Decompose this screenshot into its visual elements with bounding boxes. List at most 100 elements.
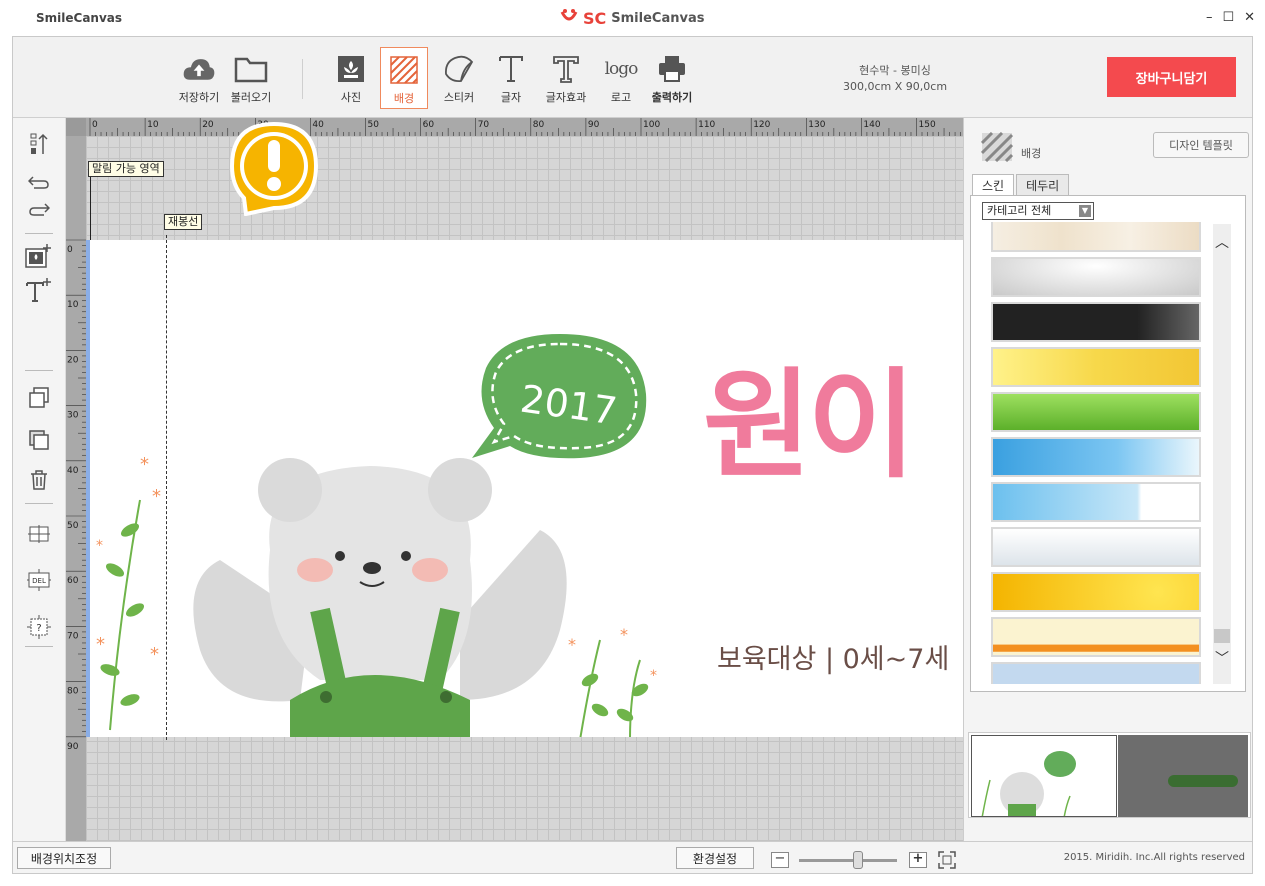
text-effect-label: 글자효과 [545,91,587,104]
zoom-slider-thumb[interactable] [852,851,863,869]
svg-text:*: * [568,635,576,654]
text-effect-button[interactable]: 글자효과 [542,47,590,109]
ruler-top-label: 80 [533,120,545,130]
zoom-slider-track[interactable] [799,859,897,862]
zoom-out-button[interactable]: − [771,852,789,868]
svg-text:DEL: DEL [32,577,46,585]
logo-mark: SC [583,9,607,28]
warning-icon[interactable] [226,120,322,216]
swatch-list [971,222,1211,684]
product-name: 현수막 - 봉미싱 [859,64,931,77]
layer-icon[interactable] [25,428,53,452]
ruler-left-label: 40 [67,466,79,476]
sticker-label: 스티커 [443,91,475,104]
svg-text:*: * [620,625,628,644]
navigator-preview[interactable] [968,732,1251,818]
undo-icon[interactable] [25,170,53,194]
ruler-left-label: 60 [67,576,79,586]
bear-illustration[interactable] [140,440,590,737]
scroll-down-icon[interactable]: ﹀ [1213,648,1231,667]
close-button[interactable]: ✕ [1244,10,1255,25]
window-controls: – ☐ ✕ [1206,10,1255,25]
subtitle-text[interactable]: 보육대상 | 0세~7세 [717,637,949,676]
headline-text[interactable]: 원이 [703,360,916,490]
swatch-yellow-floral[interactable] [991,347,1201,387]
fit-screen-icon[interactable] [937,850,957,870]
ruler-top-label: 120 [753,120,770,130]
swatch-beige-wood[interactable] [991,222,1201,252]
product-info: 현수막 - 봉미싱 300,0cm X 90,0cm [843,63,947,95]
scroll-up-icon[interactable]: ︿ [1213,232,1231,251]
background-position-button[interactable]: 배경위치조정 [17,847,111,869]
logo-glyph: logo [604,59,639,79]
logo-name: SmileCanvas [611,11,705,26]
ruler-top-label: 50 [368,120,380,130]
align-icon[interactable] [25,132,53,156]
background-panel-icon [981,132,1013,162]
category-select-value: 카테고리 전체 [987,204,1052,217]
left-separator [25,503,53,504]
ruler-top-label: 150 [919,120,936,130]
left-separator [25,370,53,371]
maximize-button[interactable]: ☐ [1222,10,1234,25]
trash-icon[interactable] [25,468,53,492]
copy-icon[interactable] [25,386,53,410]
scroll-thumb[interactable] [1214,629,1230,643]
text-button[interactable]: 글자 [487,47,535,109]
ruler-left-label: 0 [67,245,73,255]
skin-scrollbar[interactable]: ︿ ﹀ [1213,224,1231,684]
photo-icon [334,53,368,85]
load-button[interactable]: 불러오기 [227,47,275,109]
ruler-top-label: 100 [643,120,660,130]
ruler-left-ticks: 0 10 20 30 40 50 60 70 80 90 [66,239,86,752]
print-button[interactable]: 출력하기 [648,47,696,109]
design-canvas-area[interactable]: 0 10 20 30 40 50 60 70 80 90 100 110 120 130 140 150 0 1… [66,118,963,841]
preview-viewport[interactable] [971,735,1117,817]
ruler-top-label: 130 [808,120,825,130]
swatch-light-blue-fade[interactable] [991,482,1201,522]
category-select[interactable]: 카테고리 전체 ▼ [982,202,1094,220]
tab-skin[interactable]: 스킨 [972,174,1015,195]
toolbar-separator [302,59,303,99]
main-toolbar: 저장하기 불러오기 사진 배경 스티커 글자 글자효과 logo 로고 출력하기… [13,37,1252,118]
swatch-green-gradient[interactable] [991,392,1201,432]
delete-guide-icon[interactable]: DEL [25,568,53,592]
logo-icon: logo [604,53,639,85]
swatch-black-gradient[interactable] [991,302,1201,342]
add-text-icon[interactable] [25,278,53,302]
tab-border[interactable]: 테두리 [1016,174,1070,195]
swatch-light-blue-partial[interactable] [991,662,1201,684]
print-icon [655,53,689,85]
editor-frame: 저장하기 불러오기 사진 배경 스티커 글자 글자효과 logo 로고 출력하기… [12,36,1253,874]
sticker-button[interactable]: 스티커 [435,47,483,109]
svg-text:*: * [150,644,159,665]
swatch-cream-orange-stripe[interactable] [991,617,1201,657]
text-effect-icon [549,53,583,85]
chevron-down-icon: ▼ [1079,205,1091,217]
minimize-button[interactable]: – [1206,10,1213,25]
swatch-yellow-sunburst[interactable] [991,572,1201,612]
ruler-top-label: 0 [92,120,98,130]
photo-button[interactable]: 사진 [327,47,375,109]
ruler-top-label: 90 [588,120,600,130]
redo-icon[interactable] [25,197,53,221]
swatch-blue-sky-cloud[interactable] [991,437,1201,477]
sewing-line-label: 재봉선 [164,214,203,230]
save-button[interactable]: 저장하기 [175,47,223,109]
help-icon[interactable]: ? [25,615,53,639]
ruler-top-label: 110 [698,120,715,130]
add-photo-icon[interactable] [25,244,53,268]
design-page[interactable]: 2017 원이 보육대상 | 0세~7세 * * * * * * * * [90,240,963,737]
background-button[interactable]: 배경 [380,47,428,109]
grid-icon[interactable] [25,522,53,546]
swatch-silver-light[interactable] [991,257,1201,297]
design-template-button[interactable]: 디자인 템플릿 [1153,132,1249,158]
add-to-cart-button[interactable]: 장바구니담기 [1107,57,1236,97]
ruler-left-label: 80 [67,687,79,697]
zoom-in-button[interactable]: + [909,852,927,868]
logo-button[interactable]: logo 로고 [597,47,645,109]
swatch-pale-blue-map[interactable] [991,527,1201,567]
load-label: 불러오기 [230,91,272,104]
cloud-upload-icon [182,53,216,85]
settings-button[interactable]: 환경설정 [676,847,754,869]
